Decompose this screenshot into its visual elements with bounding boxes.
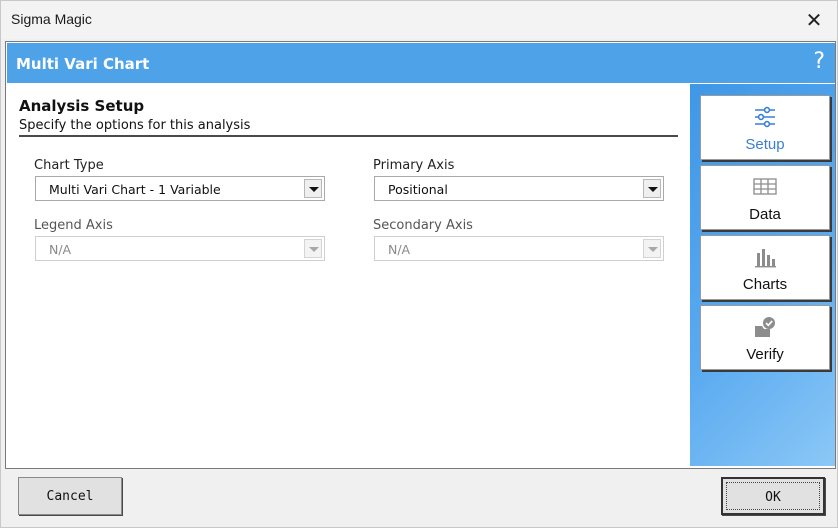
table-icon — [753, 178, 777, 195]
dialog-frame: Multi Vari Chart ? Analysis Setup Specif… — [5, 41, 836, 469]
secondary-axis-label: Secondary Axis — [373, 218, 473, 233]
cancel-button[interactable]: Cancel — [18, 477, 122, 515]
ok-button[interactable]: OK — [721, 477, 825, 515]
nav-data-button[interactable]: Data — [700, 165, 830, 230]
legend-axis-value: N/A — [49, 242, 72, 257]
dialog-title: Multi Vari Chart — [16, 55, 150, 73]
nav-charts-label: Charts — [742, 276, 788, 293]
nav-verify-button[interactable]: Verify — [700, 305, 830, 370]
setup-panel: Analysis Setup Specify the options for t… — [7, 84, 690, 466]
chart-type-select[interactable]: Multi Vari Chart - 1 Variable — [35, 176, 325, 201]
ok-label: OK — [765, 490, 781, 505]
dialog-window: Sigma Magic ✕ Multi Vari Chart ? Analysi… — [0, 0, 838, 528]
legend-axis-label: Legend Axis — [34, 218, 113, 233]
primary-axis-label: Primary Axis — [373, 158, 455, 173]
primary-axis-select[interactable]: Positional — [374, 176, 664, 201]
chevron-down-icon — [304, 239, 322, 258]
bar-chart-icon — [755, 249, 776, 268]
section-subtitle: Specify the options for this analysis — [19, 118, 251, 133]
help-icon[interactable]: ? — [813, 49, 825, 74]
nav-setup-label: Setup — [745, 136, 785, 153]
nav-charts-button[interactable]: Charts — [700, 235, 830, 300]
section-title: Analysis Setup — [19, 97, 145, 115]
chevron-down-icon[interactable] — [304, 179, 322, 198]
cancel-label: Cancel — [46, 489, 94, 504]
primary-axis-value: Positional — [388, 182, 448, 197]
nav-setup-button[interactable]: Setup — [700, 95, 830, 160]
chart-type-label: Chart Type — [34, 158, 104, 173]
window-title: Sigma Magic — [11, 11, 92, 27]
legend-axis-select: N/A — [35, 236, 325, 261]
chevron-down-icon[interactable] — [643, 179, 661, 198]
secondary-axis-value: N/A — [388, 242, 411, 257]
nav-data-label: Data — [749, 206, 781, 223]
nav-sidebar: Setup Data Charts Verify — [690, 84, 835, 466]
chart-type-value: Multi Vari Chart - 1 Variable — [49, 182, 221, 197]
nav-verify-label: Verify — [746, 346, 784, 363]
close-icon[interactable]: ✕ — [797, 5, 831, 35]
title-bar: Sigma Magic ✕ — [1, 1, 837, 39]
dialog-footer: Cancel OK — [1, 470, 837, 527]
chevron-down-icon — [643, 239, 661, 258]
dialog-header: Multi Vari Chart ? — [7, 43, 835, 83]
secondary-axis-select: N/A — [374, 236, 664, 261]
sliders-icon — [755, 106, 775, 128]
section-divider — [19, 135, 678, 137]
verify-icon — [755, 317, 775, 337]
